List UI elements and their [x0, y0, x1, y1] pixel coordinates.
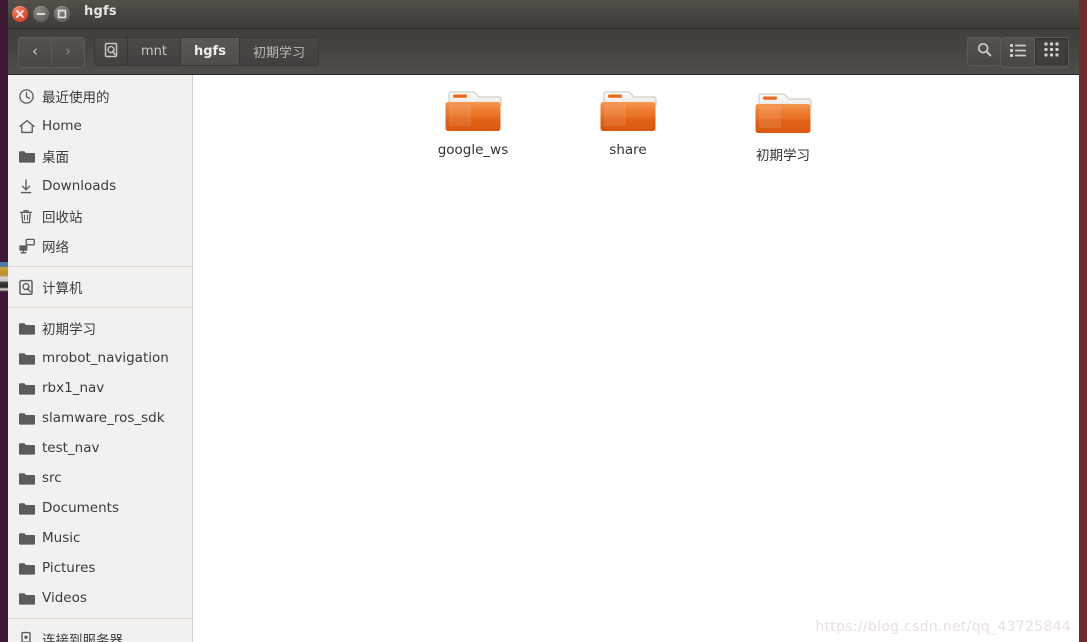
list-view-button[interactable] — [1001, 38, 1035, 65]
sidebar-item-slamware-ros-sdk[interactable]: slamware_ros_sdk — [8, 403, 192, 433]
file-label: 初期学习 — [756, 148, 810, 164]
sidebar-item-label: 连接到服务器 — [42, 633, 123, 642]
back-button[interactable]: ‹ — [19, 38, 52, 65]
minimize-button[interactable] — [33, 6, 49, 22]
search-button[interactable] — [967, 37, 1001, 66]
grid-view-button[interactable] — [1035, 38, 1068, 65]
folder-icon — [18, 469, 42, 487]
server-icon — [18, 630, 42, 642]
close-button[interactable] — [12, 6, 28, 22]
folder-icon — [18, 499, 42, 517]
folder-icon — [18, 439, 42, 457]
sidebar-item-home[interactable]: Home — [8, 111, 192, 141]
sidebar-separator — [8, 266, 192, 267]
folder-icon — [18, 559, 42, 577]
sidebar-item-label: Pictures — [42, 560, 96, 576]
navigation-button-group: ‹ › — [18, 37, 85, 68]
sidebar[interactable]: 最近使用的 Home 桌面 Downloads 回收站 网络 计算机 初期学习 … — [8, 75, 193, 642]
sidebar-item-music[interactable]: Music — [8, 523, 192, 553]
home-icon — [18, 117, 42, 135]
sidebar-item-label: 初期学习 — [42, 322, 96, 338]
maximize-button[interactable] — [54, 6, 70, 22]
folder-icon — [595, 85, 661, 138]
sidebar-item-trash[interactable]: 回收站 — [8, 201, 192, 231]
sidebar-item-label: rbx1_nav — [42, 380, 105, 396]
toolbar: ‹ › mnt hgfs 初期学习 — [8, 29, 1079, 75]
folder-icon — [18, 529, 42, 547]
list-view-icon — [1009, 42, 1026, 61]
sidebar-item-label: slamware_ros_sdk — [42, 410, 165, 426]
sidebar-item-label: Downloads — [42, 178, 117, 194]
folder-icon — [440, 85, 506, 138]
sidebar-item-label: 回收站 — [42, 210, 83, 226]
sidebar-item-label: mrobot_navigation — [42, 350, 169, 366]
file-label: share — [609, 142, 647, 158]
disk-icon — [103, 42, 119, 62]
sidebar-item-computer[interactable]: 计算机 — [8, 272, 192, 302]
watermark: https://blog.csdn.net/qq_43725844 — [815, 619, 1071, 635]
file-manager-window: hgfs ‹ › mnt hgfs 初期学习 最近使用的 Home 桌面 Dow… — [8, 0, 1079, 642]
breadcrumb-item-root[interactable] — [94, 37, 128, 66]
sidebar-item-mrobot-navigation[interactable]: mrobot_navigation — [8, 343, 192, 373]
trash-icon — [18, 207, 42, 225]
sidebar-item-desktop[interactable]: 桌面 — [8, 141, 192, 171]
grid-view-icon — [1044, 42, 1059, 61]
desktop-right-edge — [1079, 0, 1087, 642]
sidebar-item-connect-to-server[interactable]: 连接到服务器 — [8, 624, 192, 642]
sidebar-item-src[interactable]: src — [8, 463, 192, 493]
disk-icon — [18, 278, 42, 296]
view-mode-group — [1000, 37, 1069, 68]
breadcrumb-item-hgfs[interactable]: hgfs — [181, 37, 240, 66]
sidebar-item-label: 计算机 — [42, 281, 83, 297]
sidebar-separator — [8, 307, 192, 308]
breadcrumb-item-chuqixuexi[interactable]: 初期学习 — [239, 37, 319, 66]
window-title: hgfs — [84, 4, 117, 19]
file-item[interactable]: 初期学习 — [728, 87, 838, 164]
folder-icon — [18, 319, 42, 337]
sidebar-item-rbx1-nav[interactable]: rbx1_nav — [8, 373, 192, 403]
breadcrumb: mnt hgfs 初期学习 — [94, 37, 319, 66]
sidebar-item-test-nav[interactable]: test_nav — [8, 433, 192, 463]
search-icon — [976, 41, 993, 62]
desktop-background: hgfs ‹ › mnt hgfs 初期学习 最近使用的 Home 桌面 Dow… — [0, 0, 1087, 642]
unity-launcher-strip[interactable] — [0, 0, 8, 642]
sidebar-separator — [8, 618, 192, 619]
sidebar-item-recent[interactable]: 最近使用的 — [8, 81, 192, 111]
forward-button[interactable]: › — [52, 38, 84, 65]
sidebar-item-documents[interactable]: Documents — [8, 493, 192, 523]
sidebar-item-videos[interactable]: Videos — [8, 583, 192, 613]
folder-icon — [18, 349, 42, 367]
sidebar-item-label: Videos — [42, 590, 87, 606]
file-item[interactable]: share — [573, 85, 683, 158]
folder-icon — [18, 379, 42, 397]
sidebar-item-label: 最近使用的 — [42, 90, 110, 106]
chevron-left-icon: ‹ — [32, 42, 38, 60]
folder-icon — [18, 409, 42, 427]
sidebar-item-network[interactable]: 网络 — [8, 231, 192, 261]
title-bar: hgfs — [8, 0, 1079, 29]
sidebar-item-label: Home — [42, 118, 82, 134]
sidebar-item-label: Documents — [42, 500, 119, 516]
chevron-right-icon: › — [65, 42, 71, 60]
sidebar-item-label: src — [42, 470, 62, 486]
file-label: google_ws — [437, 142, 509, 158]
sidebar-item-label: Music — [42, 530, 81, 546]
sidebar-item-chuqixuexi[interactable]: 初期学习 — [8, 313, 192, 343]
sidebar-item-downloads[interactable]: Downloads — [8, 171, 192, 201]
launcher-icon-fragment[interactable] — [0, 262, 8, 296]
download-icon — [18, 177, 42, 195]
file-list-area[interactable]: google_ws share 初期学习 https://blog.csdn.n… — [193, 75, 1079, 642]
network-icon — [18, 237, 42, 255]
folder-icon — [18, 147, 42, 165]
breadcrumb-item-mnt[interactable]: mnt — [128, 37, 181, 66]
window-body: 最近使用的 Home 桌面 Downloads 回收站 网络 计算机 初期学习 … — [8, 75, 1079, 642]
sidebar-item-label: test_nav — [42, 440, 100, 456]
clock-icon — [18, 87, 42, 105]
sidebar-item-pictures[interactable]: Pictures — [8, 553, 192, 583]
folder-icon — [750, 87, 816, 140]
file-item[interactable]: google_ws — [418, 85, 528, 158]
folder-icon — [18, 589, 42, 607]
sidebar-item-label: 桌面 — [42, 150, 69, 166]
sidebar-item-label: 网络 — [42, 240, 69, 256]
